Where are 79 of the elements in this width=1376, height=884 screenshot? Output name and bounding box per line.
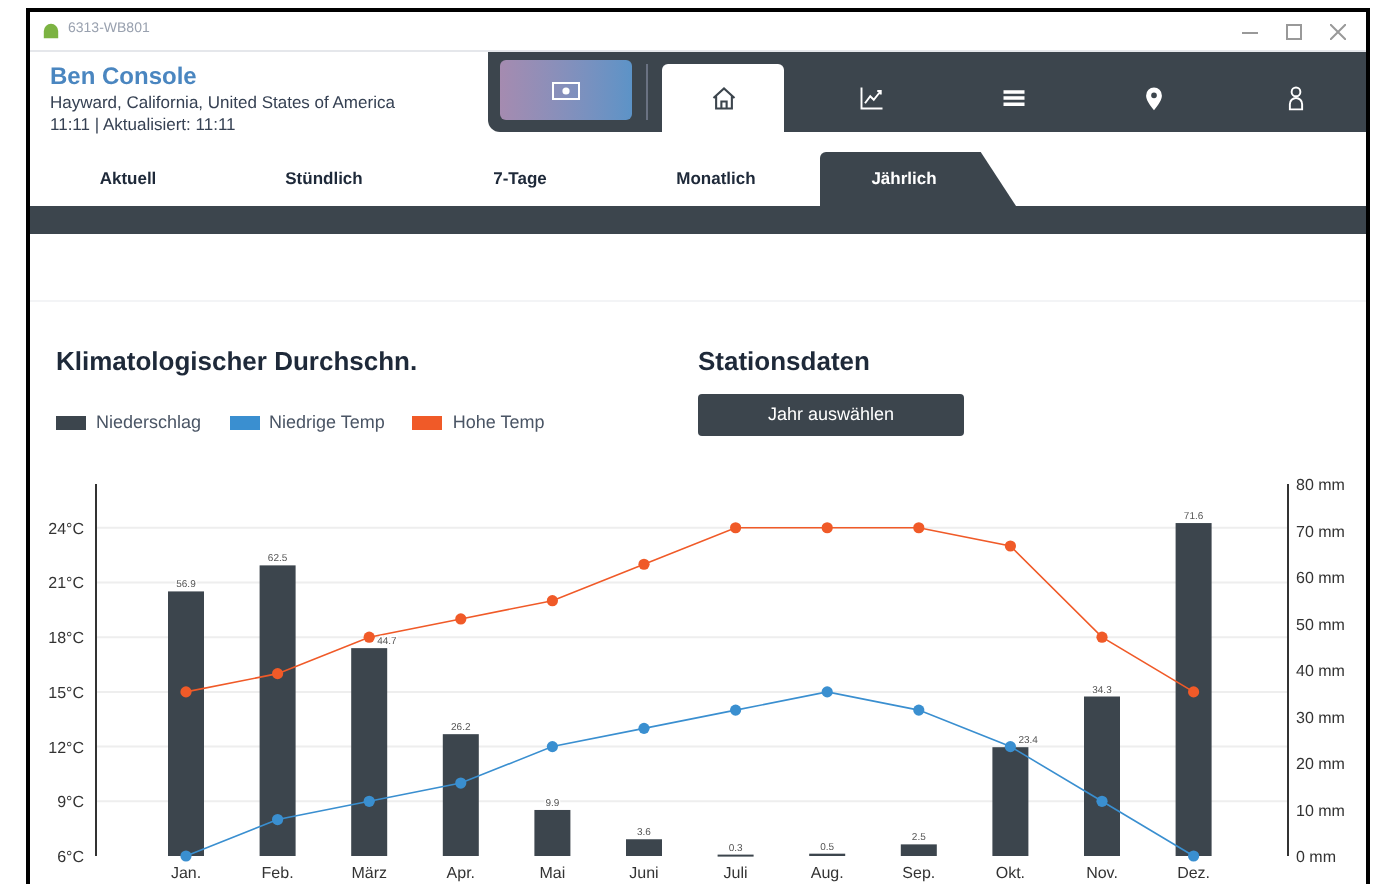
axis-label: 12°C bbox=[48, 738, 84, 757]
axis-label: 15°C bbox=[48, 683, 84, 702]
axis-label: 20 mm bbox=[1296, 755, 1345, 773]
data-point bbox=[730, 704, 742, 716]
legend-label: Hohe Temp bbox=[452, 410, 545, 436]
axis-label: 9°C bbox=[57, 793, 84, 812]
axis-label: 6°C bbox=[57, 848, 84, 866]
data-point bbox=[913, 522, 925, 534]
precipitation-bar bbox=[900, 844, 937, 856]
data-point bbox=[1004, 540, 1016, 552]
select-year-button[interactable]: Jahr auswählen bbox=[698, 394, 964, 436]
axis-label: Nov. bbox=[1086, 864, 1118, 882]
axis-label: Apr. bbox=[446, 864, 476, 882]
data-point bbox=[730, 522, 742, 534]
precipitation-bar bbox=[626, 839, 662, 856]
axis-label: 70 mm bbox=[1296, 522, 1345, 541]
data-point bbox=[1188, 850, 1200, 862]
location-text: Hayward, California, United States of America bbox=[50, 92, 397, 114]
axis-label: 0 mm bbox=[1296, 848, 1336, 866]
data-point bbox=[363, 631, 375, 643]
axis-label: Juni bbox=[629, 864, 659, 882]
data-point bbox=[638, 722, 650, 734]
tab[interactable]: Stündlich bbox=[226, 152, 422, 206]
axis-label: 10 mm bbox=[1296, 801, 1345, 820]
data-point bbox=[180, 686, 192, 698]
data-point bbox=[272, 668, 284, 680]
axis-label: Jan. bbox=[170, 864, 202, 882]
data-point bbox=[546, 741, 558, 753]
precipitation-bar bbox=[534, 809, 571, 856]
legend-label: Niederschlag bbox=[96, 410, 202, 436]
update-time: 11:11 | Aktualisiert: 11:11 bbox=[50, 114, 238, 136]
data-point bbox=[1188, 686, 1200, 698]
list-icon bbox=[999, 84, 1028, 112]
tab[interactable]: Aktuell bbox=[30, 152, 226, 206]
data-point bbox=[546, 595, 558, 607]
axis-label: Dez. bbox=[1177, 864, 1211, 882]
data-point bbox=[363, 795, 375, 807]
nav-tab[interactable] bbox=[662, 64, 784, 132]
dashboard-button[interactable] bbox=[500, 60, 632, 120]
axis-label: 24°C bbox=[48, 519, 84, 538]
data-point bbox=[1096, 631, 1108, 643]
axis-label: 80 mm bbox=[1296, 476, 1345, 494]
axis-label: Mai bbox=[539, 864, 566, 882]
axis-label: Feb. bbox=[261, 864, 294, 882]
tab[interactable]: Jährlich bbox=[820, 152, 1016, 206]
data-point bbox=[821, 522, 833, 534]
card-icon bbox=[552, 81, 580, 99]
precipitation-bar bbox=[992, 747, 1029, 856]
data-point bbox=[1004, 741, 1016, 753]
data-point bbox=[638, 558, 650, 570]
home-icon bbox=[709, 84, 737, 112]
tab[interactable]: 7-Tage bbox=[422, 152, 618, 206]
data-point bbox=[455, 777, 467, 789]
data-point bbox=[455, 613, 467, 625]
data-point bbox=[821, 686, 833, 698]
tab[interactable]: Monatlich bbox=[618, 152, 814, 206]
data-point bbox=[913, 704, 925, 716]
axis-label: Sep. bbox=[902, 864, 936, 882]
axis-label: Aug. bbox=[810, 864, 844, 882]
axis-label: 40 mm bbox=[1296, 662, 1345, 680]
axis-label: Juli bbox=[723, 864, 748, 882]
axis-label: März bbox=[351, 864, 387, 882]
close-icon[interactable] bbox=[1330, 23, 1346, 39]
data-point bbox=[180, 850, 192, 862]
data-point bbox=[272, 813, 284, 826]
axis-label: 50 mm bbox=[1296, 615, 1345, 634]
axis-label: 30 mm bbox=[1296, 708, 1345, 727]
data-point bbox=[1096, 795, 1108, 807]
section-title: Klimatologischer Durchschn. bbox=[56, 344, 420, 380]
axis-label: 60 mm bbox=[1296, 569, 1345, 587]
legend-label: Niedrige Temp bbox=[269, 410, 385, 436]
maximize-icon[interactable] bbox=[1286, 23, 1302, 39]
trend-chart-icon bbox=[858, 84, 887, 112]
station-name: Ben Console bbox=[50, 62, 199, 92]
precipitation-bar bbox=[442, 734, 479, 856]
section-title: Stationsdaten bbox=[698, 344, 872, 380]
axis-label: 21°C bbox=[48, 574, 84, 593]
axis-label: 18°C bbox=[48, 629, 84, 648]
axis-label: Okt. bbox=[995, 864, 1026, 882]
